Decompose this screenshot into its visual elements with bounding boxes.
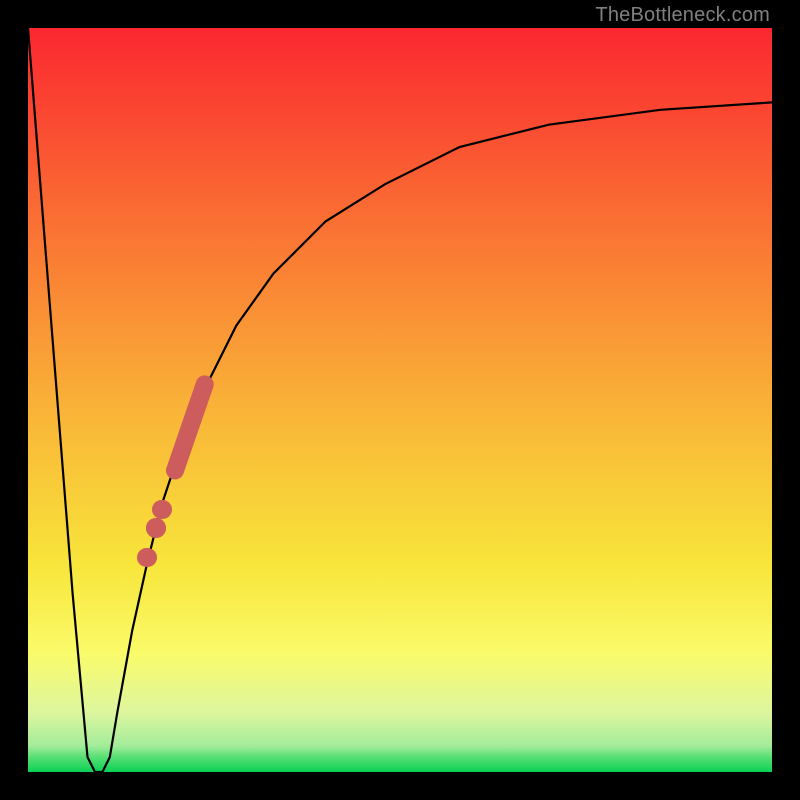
- bottleneck-curve: [28, 28, 772, 772]
- data-marker-dot: [146, 518, 165, 537]
- data-marker-dot: [137, 548, 156, 567]
- data-marker-dot: [152, 500, 171, 519]
- plot-area: [28, 28, 772, 772]
- watermark-text: TheBottleneck.com: [595, 4, 770, 27]
